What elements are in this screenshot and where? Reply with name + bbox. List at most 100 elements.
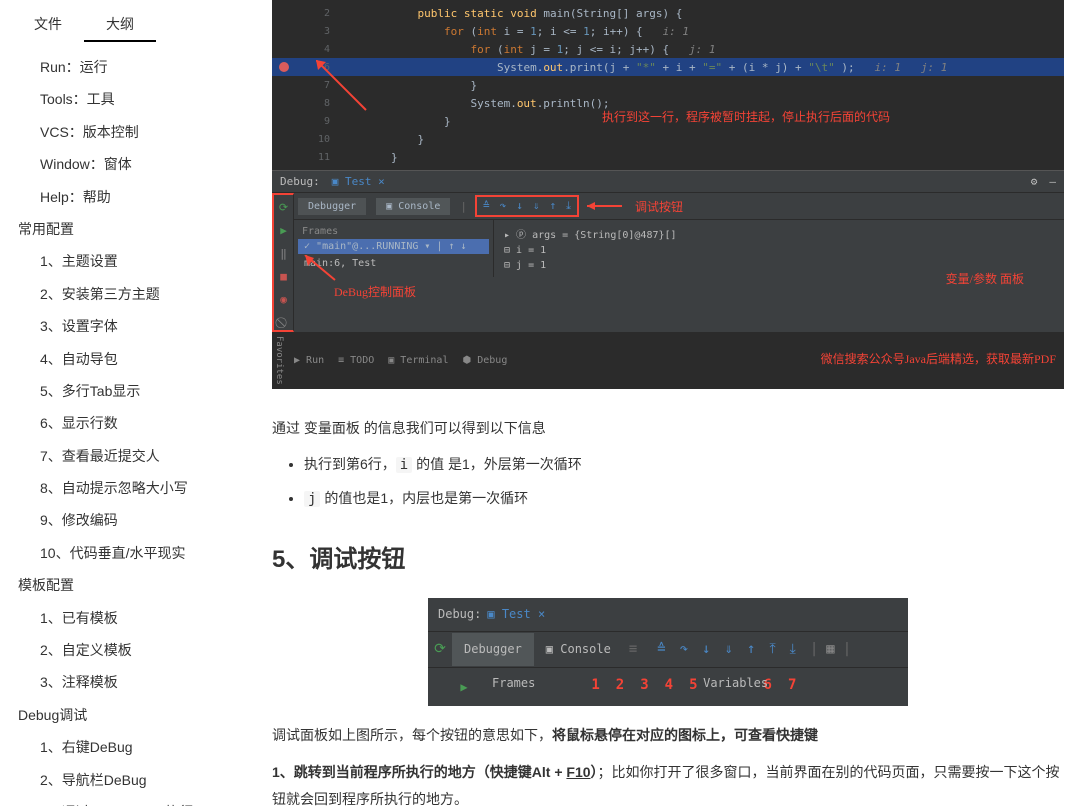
nav-item[interactable]: 2、导航栏DeBug — [0, 764, 224, 796]
btn-2[interactable]: ↷ — [680, 636, 688, 663]
btn-4[interactable]: ⇓ — [725, 636, 733, 663]
code-line: 4 for (int j = 1; j <= i; j++) { j: 1 — [272, 40, 1064, 58]
section-heading: 5、调试按钮 — [272, 537, 1064, 583]
nav-item[interactable]: 7、查看最近提交人 — [0, 440, 224, 472]
tab-outline[interactable]: 大纲 — [84, 8, 156, 42]
nav-header[interactable]: 模板配置 — [0, 569, 224, 601]
pause-icon[interactable]: ‖ — [280, 247, 287, 260]
num-label: 4 — [665, 672, 673, 703]
list-item: 执行到第6行，i 的值 是1，外层第一次循环 — [304, 451, 1064, 479]
nav-item[interactable]: 5、多行Tab显示 — [0, 375, 224, 407]
annotation-buttons: 调试按钮 — [635, 198, 683, 215]
num-label: 1 — [591, 672, 599, 703]
arrow-icon — [316, 60, 376, 120]
arrow-icon — [300, 255, 340, 285]
nav-item[interactable]: Help：帮助 — [0, 181, 224, 213]
show-exec-icon[interactable]: ≙ — [483, 199, 490, 213]
num-label: 7 — [788, 672, 796, 703]
frame-thread[interactable]: ✓ "main"@...RUNNING ▾ | ↑ ↓ — [298, 239, 489, 254]
nav-item[interactable]: 6、显示行数 — [0, 407, 224, 439]
ide-screenshot: 2 public static void main(String[] args)… — [272, 0, 1064, 389]
footer-debug[interactable]: ⬢ Debug — [462, 355, 507, 366]
arrow-icon — [587, 200, 627, 212]
breakpoint-icon[interactable] — [279, 62, 289, 72]
gear-icon[interactable]: ⚙ — [1031, 175, 1038, 188]
annotation-panel: DeBug控制面板 — [334, 285, 416, 299]
nav-item[interactable]: 9、修改编码 — [0, 504, 224, 536]
num-label: 2 — [616, 672, 624, 703]
btn-5[interactable]: ↑ — [747, 636, 755, 663]
nav-item[interactable]: 1、右键DeBug — [0, 731, 224, 763]
debug-title: Debug: — [280, 175, 320, 188]
frames-label: Frames — [298, 224, 489, 239]
nav-item[interactable]: 1、主题设置 — [0, 245, 224, 277]
code-line: 3 for (int i = 1; i <= 1; i++) { i: 1 — [272, 22, 1064, 40]
nav-item[interactable]: Run：运行 — [0, 51, 224, 83]
strip-tab: ▣ Test × — [487, 603, 545, 626]
play-icon[interactable]: ▶ — [460, 676, 467, 699]
tab-console[interactable]: ▣ Console — [534, 633, 623, 666]
nav-item[interactable]: 4、自动导包 — [0, 343, 224, 375]
nav-header[interactable]: Debug调试 — [0, 699, 224, 731]
footer-run[interactable]: ▶ Run — [294, 355, 324, 366]
footer-terminal[interactable]: ▣ Terminal — [388, 355, 448, 366]
code-line: 7 } — [272, 76, 1064, 94]
nav-item[interactable]: 8、自动提示忽略大小写 — [0, 472, 224, 504]
nav-item[interactable]: 10、代码垂直/水平现实 — [0, 537, 224, 569]
step-into-icon[interactable]: ↓ — [516, 199, 523, 213]
calc-icon[interactable]: ▦ — [818, 636, 842, 663]
code-line: 10 } — [272, 130, 1064, 148]
tab-console[interactable]: ▣ Console — [376, 198, 450, 215]
debug-tab-name[interactable]: ▣ Test × — [332, 175, 385, 188]
nav-item[interactable]: 1、已有模板 — [0, 602, 224, 634]
nav-item[interactable]: Window：窗体 — [0, 148, 224, 180]
run-cursor-icon[interactable]: ⤓ — [566, 199, 571, 213]
frames-label: Frames — [492, 672, 535, 703]
paragraph: 通过 变量面板 的信息我们可以得到以下信息 — [272, 415, 1064, 442]
article-body: 通过 变量面板 的信息我们可以得到以下信息 执行到第6行，i 的值 是1，外层第… — [272, 389, 1064, 806]
code-line: 11 } — [272, 148, 1064, 166]
main-content: 2 public static void main(String[] args)… — [224, 0, 1080, 806]
tab-debugger[interactable]: Debugger — [452, 633, 534, 666]
sidebar: 文件 大纲 Run：运行Tools：工具VCS：版本控制Window：窗体Hel… — [0, 0, 224, 806]
strip-title: Debug: — [438, 603, 481, 626]
nav-item[interactable]: Tools：工具 — [0, 83, 224, 115]
force-step-icon[interactable]: ⇓ — [533, 199, 540, 213]
nav-item[interactable]: VCS：版本控制 — [0, 116, 224, 148]
num-label: 3 — [640, 672, 648, 703]
nav-header[interactable]: 常用配置 — [0, 213, 224, 245]
nav-item[interactable]: 2、自定义模板 — [0, 634, 224, 666]
rerun-icon[interactable]: ⟳ — [279, 201, 288, 214]
paragraph: 1、跳转到当前程序所执行的地方（快捷键Alt + F10）；比如你打开了很多窗口… — [272, 759, 1064, 806]
btn-1[interactable]: ≙ — [657, 636, 665, 663]
step-out-icon[interactable]: ↑ — [550, 199, 557, 213]
rerun-icon[interactable]: ⟳ — [434, 636, 446, 663]
btn-6[interactable]: ⤒ — [769, 636, 775, 663]
resume-icon[interactable]: ▶ — [280, 224, 287, 237]
breakpoints-icon[interactable]: ◉ — [280, 293, 287, 306]
watermark: 微信搜索公众号Java后端精选，获取最新PDF — [821, 350, 1056, 367]
var-args[interactable]: ▸ ⓟ args = {String[0]@487}[] — [504, 224, 1054, 243]
var-i[interactable]: ⊟ i = 1 — [504, 243, 1054, 258]
list-item: j 的值也是1，内层也是第一次循环 — [304, 485, 1064, 513]
debug-step-buttons: ≙ ↷ ↓ ⇓ ↑ ⤓ — [475, 195, 579, 217]
tab-debugger[interactable]: Debugger — [298, 198, 366, 215]
nav-item[interactable]: 2、安装第三方主题 — [0, 278, 224, 310]
variables-panel: ▸ ⓟ args = {String[0]@487}[] ⊟ i = 1 ⊟ j… — [494, 220, 1064, 277]
annotation-code: 执行到这一行，程序被暂时挂起，停止执行后面的代码 — [602, 108, 890, 125]
btn-3[interactable]: ↓ — [702, 636, 710, 663]
nav-item[interactable]: 3、注释模板 — [0, 666, 224, 698]
btn-7[interactable]: ⤓ — [790, 636, 796, 663]
ide-debug-panel: Debug: ▣ Test × ⚙ — ⟳ ▶ ‖ ■ ◉ ⃠ Debugger — [272, 170, 1064, 332]
num-label: 5Variables — [689, 672, 697, 703]
favorites-label[interactable]: Favorites — [272, 332, 286, 389]
nav-item[interactable]: 3、通过main Debug执行 — [0, 796, 224, 806]
sidebar-tabs: 文件 大纲 — [0, 8, 224, 43]
footer-todo[interactable]: ≡ TODO — [338, 355, 374, 366]
step-over-icon[interactable]: ↷ — [500, 199, 507, 213]
paragraph: 调试面板如上图所示，每个按钮的意思如下，将鼠标悬停在对应的图标上，可查看快捷键 — [272, 722, 1064, 749]
stop-icon[interactable]: ■ — [280, 270, 287, 283]
tab-file[interactable]: 文件 — [12, 8, 84, 42]
minus-icon[interactable]: — — [1049, 175, 1056, 188]
nav-item[interactable]: 3、设置字体 — [0, 310, 224, 342]
